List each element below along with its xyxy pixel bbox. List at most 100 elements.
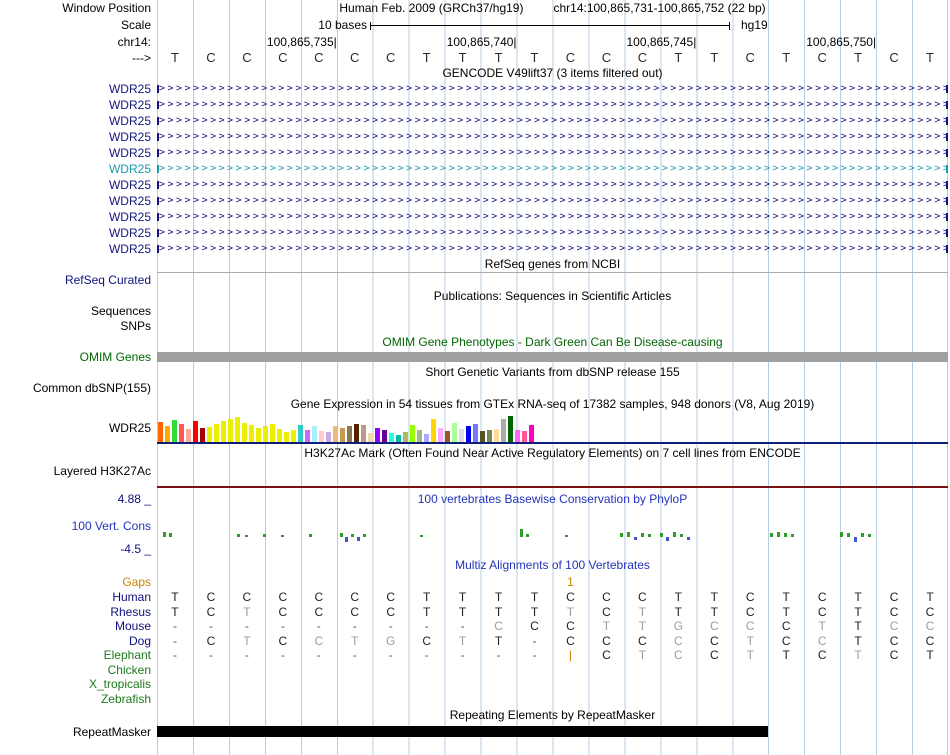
gtex-tissue-bar[interactable] xyxy=(375,428,380,442)
gene-body[interactable]: >>>>>>>>>>>>>>>>>>>>>>>>>>>>>>>>>>>>>>>>… xyxy=(157,241,948,257)
conservation-label[interactable]: 100 Vert. Cons xyxy=(72,519,151,533)
gtex-tissue-bar[interactable] xyxy=(361,425,366,442)
gene-label[interactable]: WDR25 xyxy=(0,113,157,129)
gtex-tissue-bar[interactable] xyxy=(438,428,443,442)
gtex-tissue-bar[interactable] xyxy=(494,429,499,442)
gtex-tissue-bar[interactable] xyxy=(515,430,520,442)
gene-body[interactable]: >>>>>>>>>>>>>>>>>>>>>>>>>>>>>>>>>>>>>>>>… xyxy=(157,225,948,241)
species-label[interactable]: Elephant xyxy=(0,648,157,663)
gtex-tissue-bar[interactable] xyxy=(431,419,436,442)
gtex-tissue-bar[interactable] xyxy=(319,431,324,442)
gaps-label[interactable]: Gaps xyxy=(0,575,157,590)
h3k27ac-plot[interactable] xyxy=(157,462,948,490)
repeat-element-bar[interactable] xyxy=(157,726,768,737)
gtex-tissue-bar[interactable] xyxy=(459,429,464,442)
gene-label[interactable]: WDR25 xyxy=(0,225,157,241)
conservation-plot[interactable] xyxy=(157,508,948,556)
species-label[interactable]: Rhesus xyxy=(0,605,157,620)
gtex-tissue-bar[interactable] xyxy=(487,430,492,442)
gtex-tissue-bar[interactable] xyxy=(249,425,254,442)
gtex-tissue-bar[interactable] xyxy=(368,433,373,442)
gtex-tissue-bar[interactable] xyxy=(221,421,226,442)
gene-body[interactable]: >>>>>>>>>>>>>>>>>>>>>>>>>>>>>>>>>>>>>>>>… xyxy=(157,129,948,145)
gtex-tissue-bar[interactable] xyxy=(214,424,219,442)
gtex-tissue-bar[interactable] xyxy=(382,430,387,442)
gtex-tissue-bar[interactable] xyxy=(340,428,345,442)
gtex-tissue-bar[interactable] xyxy=(298,425,303,442)
gtex-tissue-bar[interactable] xyxy=(186,429,191,442)
gtex-tissue-bar[interactable] xyxy=(396,435,401,442)
gtex-tissue-bar[interactable] xyxy=(473,424,478,442)
gtex-tissue-bar[interactable] xyxy=(172,420,177,442)
gtex-tissue-bar[interactable] xyxy=(522,431,527,442)
gtex-tissue-bar[interactable] xyxy=(228,419,233,442)
gene-body[interactable]: >>>>>>>>>>>>>>>>>>>>>>>>>>>>>>>>>>>>>>>>… xyxy=(157,177,948,193)
gtex-tissue-bar[interactable] xyxy=(389,433,394,442)
gtex-tissue-bar[interactable] xyxy=(165,426,170,442)
gtex-tissue-bar[interactable] xyxy=(284,432,289,442)
omim-gene-bar[interactable] xyxy=(157,352,948,362)
gene-body[interactable]: >>>>>>>>>>>>>>>>>>>>>>>>>>>>>>>>>>>>>>>>… xyxy=(157,145,948,161)
gene-body[interactable]: >>>>>>>>>>>>>>>>>>>>>>>>>>>>>>>>>>>>>>>>… xyxy=(157,113,948,129)
species-label[interactable]: Zebrafish xyxy=(0,692,157,707)
gtex-tissue-bar[interactable] xyxy=(193,421,198,442)
gene-body[interactable]: >>>>>>>>>>>>>>>>>>>>>>>>>>>>>>>>>>>>>>>>… xyxy=(157,161,948,177)
gtex-plot[interactable] xyxy=(157,412,948,445)
gene-label[interactable]: WDR25 xyxy=(0,193,157,209)
gtex-tissue-bar[interactable] xyxy=(417,430,422,442)
species-label[interactable]: Human xyxy=(0,590,157,605)
gtex-tissue-bar[interactable] xyxy=(347,426,352,442)
gene-body[interactable]: >>>>>>>>>>>>>>>>>>>>>>>>>>>>>>>>>>>>>>>>… xyxy=(157,97,948,113)
gtex-tissue-bar[interactable] xyxy=(410,425,415,442)
gtex-tissue-bar[interactable] xyxy=(270,424,275,442)
gtex-tissue-bar[interactable] xyxy=(256,428,261,442)
snps-label[interactable]: SNPs xyxy=(0,319,157,334)
species-label[interactable]: Dog xyxy=(0,634,157,649)
gene-label[interactable]: WDR25 xyxy=(0,97,157,113)
gtex-tissue-bar[interactable] xyxy=(200,428,205,442)
gtex-tissue-bar[interactable] xyxy=(508,416,513,442)
gene-label[interactable]: WDR25 xyxy=(0,145,157,161)
gtex-tissue-bar[interactable] xyxy=(354,424,359,442)
gene-label[interactable]: WDR25 xyxy=(0,129,157,145)
gene-label[interactable]: WDR25 xyxy=(0,241,157,257)
gtex-tissue-bar[interactable] xyxy=(326,432,331,442)
omim-genes-label[interactable]: OMIM Genes xyxy=(0,350,157,364)
gene-body[interactable]: >>>>>>>>>>>>>>>>>>>>>>>>>>>>>>>>>>>>>>>>… xyxy=(157,193,948,209)
gtex-tissue-bar[interactable] xyxy=(291,430,296,442)
gtex-tissue-bar[interactable] xyxy=(501,419,506,442)
gtex-tissue-bar[interactable] xyxy=(305,430,310,442)
refseq-curated-label[interactable]: RefSeq Curated xyxy=(0,272,157,288)
gtex-tissue-bar[interactable] xyxy=(466,426,471,442)
species-label[interactable]: X_tropicalis xyxy=(0,677,157,692)
gtex-tissue-bar[interactable] xyxy=(277,429,282,442)
gtex-tissue-bar[interactable] xyxy=(333,426,338,442)
gene-body[interactable]: >>>>>>>>>>>>>>>>>>>>>>>>>>>>>>>>>>>>>>>>… xyxy=(157,81,948,97)
gene-label[interactable]: WDR25 xyxy=(0,81,157,97)
gtex-tissue-bar[interactable] xyxy=(263,426,268,442)
sequences-label[interactable]: Sequences xyxy=(0,304,157,319)
gtex-tissue-bar[interactable] xyxy=(403,432,408,442)
gtex-tissue-bar[interactable] xyxy=(480,431,485,442)
gtex-tissue-bar[interactable] xyxy=(158,422,163,442)
gene-label[interactable]: WDR25 xyxy=(0,209,157,225)
species-label[interactable]: Mouse xyxy=(0,619,157,634)
alignment-base: T xyxy=(229,605,265,620)
gtex-gene-label[interactable]: WDR25 xyxy=(0,412,157,445)
gtex-tissue-bar[interactable] xyxy=(452,423,457,442)
gtex-tissue-bar[interactable] xyxy=(529,425,534,442)
dbsnp-label[interactable]: Common dbSNP(155) xyxy=(0,380,157,396)
gene-body[interactable]: >>>>>>>>>>>>>>>>>>>>>>>>>>>>>>>>>>>>>>>>… xyxy=(157,209,948,225)
gtex-tissue-bar[interactable] xyxy=(207,427,212,442)
gene-label[interactable]: WDR25 xyxy=(0,177,157,193)
gtex-tissue-bar[interactable] xyxy=(242,423,247,442)
gtex-tissue-bar[interactable] xyxy=(424,434,429,442)
gtex-tissue-bar[interactable] xyxy=(312,426,317,442)
h3k27ac-label[interactable]: Layered H3K27Ac xyxy=(0,462,157,490)
gtex-tissue-bar[interactable] xyxy=(235,417,240,442)
gtex-tissue-bar[interactable] xyxy=(179,424,184,442)
gene-label[interactable]: WDR25 xyxy=(0,161,157,177)
repeatmasker-label[interactable]: RepeatMasker xyxy=(0,724,157,740)
gtex-tissue-bar[interactable] xyxy=(445,431,450,442)
species-label[interactable]: Chicken xyxy=(0,663,157,678)
